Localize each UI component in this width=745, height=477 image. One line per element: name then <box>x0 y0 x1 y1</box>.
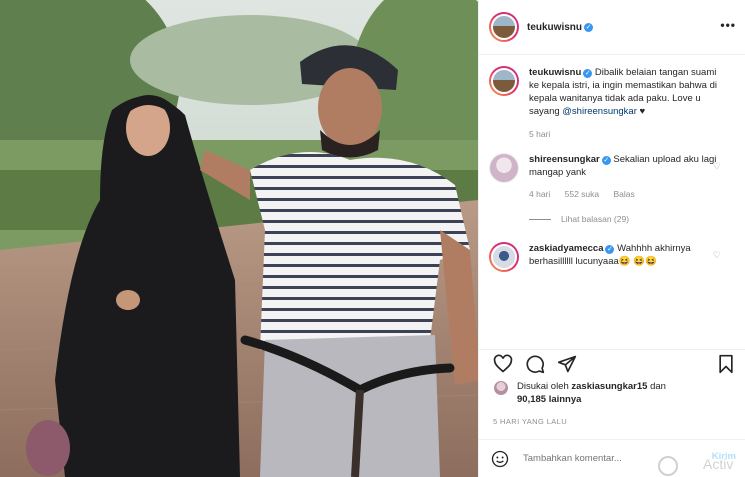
comment-like-icon[interactable]: ♡ <box>713 250 721 261</box>
caption-avatar[interactable] <box>489 66 519 96</box>
verified-icon: ✓ <box>584 22 594 32</box>
windows-watermark-icon <box>658 456 678 476</box>
verified-icon: ✓ <box>601 156 611 165</box>
header-divider <box>479 54 745 55</box>
post-photo[interactable] <box>0 0 478 477</box>
comment-time[interactable]: 4 hari <box>529 189 550 199</box>
post-header: teukuwisnu ✓ ••• <box>489 10 736 44</box>
comment-likes[interactable]: 552 suka <box>565 189 600 199</box>
emoji-icon[interactable] <box>491 450 509 468</box>
comment: zaskiadyamecca ✓ Wahhhh akhirnya berhasil… <box>489 242 739 272</box>
view-replies-label: Lihat balasan (29) <box>561 214 630 224</box>
post-image <box>0 0 478 477</box>
comment-avatar[interactable] <box>489 242 519 272</box>
comment-like-icon[interactable]: ♡ <box>713 161 721 172</box>
actions-divider <box>479 349 745 350</box>
likes-prefix: Disukai oleh <box>517 381 569 392</box>
comment-icon[interactable] <box>525 354 545 374</box>
verified-icon: ✓ <box>605 245 615 254</box>
replies-line <box>529 218 551 220</box>
activation-watermark: Activ <box>703 456 734 472</box>
view-replies-button[interactable]: Lihat balasan (29) <box>529 214 739 224</box>
author-username[interactable]: teukuwisnu <box>527 22 582 33</box>
share-icon[interactable] <box>557 354 577 374</box>
comments-list: teukuwisnu ✓ Dibalik belaian tangan suami… <box>489 66 739 348</box>
likes-count[interactable]: 90,185 lainnya <box>517 394 581 405</box>
more-options-icon[interactable]: ••• <box>720 18 736 32</box>
post-sidebar: teukuwisnu ✓ ••• teukuwisnu ✓ Dibalik bel… <box>478 0 745 477</box>
caption-time[interactable]: 5 hari <box>529 129 550 139</box>
comment: shireensungkar ✓ Sekalian upload aku lagi… <box>489 153 739 201</box>
caption-mention[interactable]: @shireensungkar <box>562 106 637 117</box>
likes-middle: dan <box>650 381 666 392</box>
comment-username[interactable]: shireensungkar <box>529 154 600 165</box>
liker-username[interactable]: zaskiasungkar15 <box>571 381 647 392</box>
liker-avatar[interactable] <box>493 380 509 396</box>
caption-username[interactable]: teukuwisnu <box>529 67 581 78</box>
post-timestamp[interactable]: 5 HARI YANG LALU <box>493 417 567 426</box>
likes-summary: Disukai oleh zaskiasungkar15 dan 90,185 … <box>493 380 733 406</box>
reply-button[interactable]: Balas <box>614 189 635 199</box>
caption: teukuwisnu ✓ Dibalik belaian tangan suami… <box>489 66 739 141</box>
heart-emoji: ♥ <box>639 106 646 117</box>
comment-username[interactable]: zaskiadyamecca <box>529 243 603 254</box>
comment-input[interactable] <box>523 453 673 464</box>
author-avatar[interactable] <box>489 12 519 42</box>
like-heart-icon[interactable] <box>493 354 513 374</box>
action-bar <box>493 354 736 376</box>
bookmark-icon[interactable] <box>716 354 736 374</box>
comment-avatar[interactable] <box>489 153 519 183</box>
verified-icon: ✓ <box>583 69 593 78</box>
